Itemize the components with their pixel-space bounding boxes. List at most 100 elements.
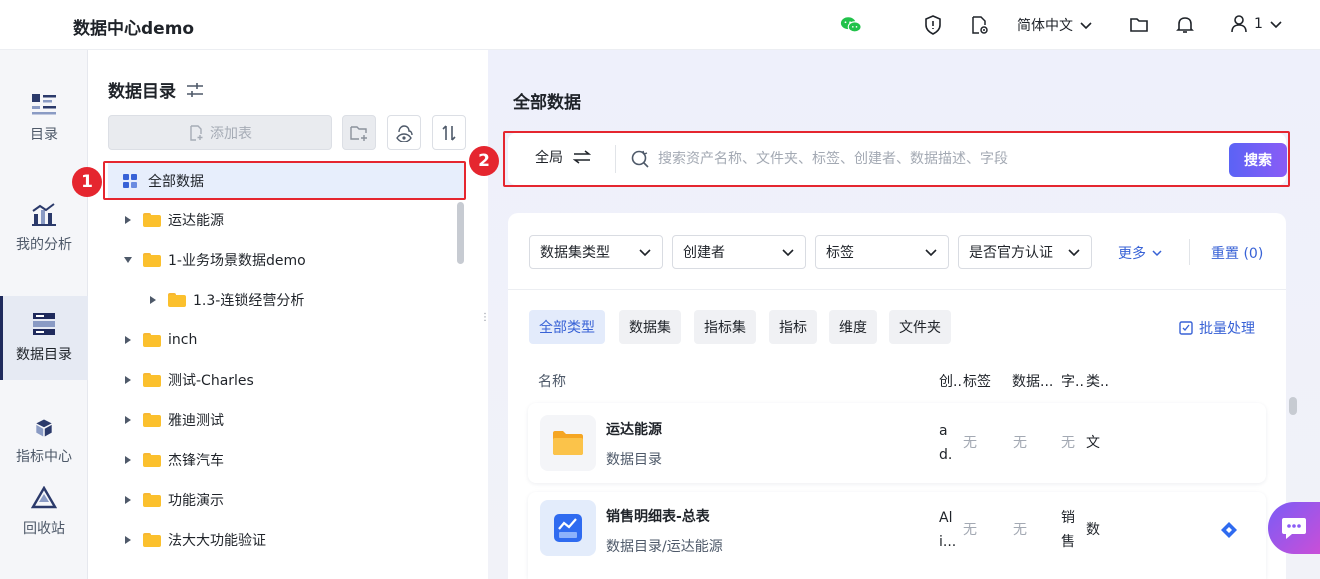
filter-dataset-type[interactable]: 数据集类型 [529,235,663,269]
add-table-button[interactable]: 添加表 [108,115,332,150]
tree-scrollbar[interactable] [457,202,464,264]
row-name[interactable]: 销售明细表-总表 [606,506,710,526]
rail-item-label: 数据目录 [16,347,72,363]
row-path: 数据目录 [606,452,662,468]
checkbox-list-icon [1179,321,1193,335]
chip-dimension[interactable]: 维度 [829,310,877,344]
wechat-icon[interactable] [840,14,862,36]
filter-tag[interactable]: 标签 [815,235,949,269]
add-table-label: 添加表 [210,125,252,142]
chip-all-types[interactable]: 全部类型 [529,310,605,344]
tree-node[interactable]: 1-业务场景数据demo [108,241,464,279]
view-settings-button[interactable] [387,115,421,150]
user-menu[interactable]: 1 [1230,14,1283,34]
recycle-icon [31,486,57,509]
caret-right-icon[interactable] [146,295,160,305]
column-header-creator[interactable]: 创.. [939,371,962,391]
folder-icon [143,253,161,267]
caret-right-icon[interactable] [121,375,135,385]
folder-icon[interactable] [1128,14,1150,36]
filter-creator[interactable]: 创建者 [672,235,806,269]
rail-item-recycle-bin[interactable]: 回收站 [0,470,88,554]
tree-node[interactable]: 雅迪测试 [108,401,464,439]
row-tag: 无 [963,522,977,538]
row-field: 销 [1061,510,1075,526]
filter-settings-icon[interactable] [186,82,204,98]
tree-node[interactable]: 1.3-连锁经营分析 [108,281,464,319]
rail-item-data-catalog[interactable]: 数据目录 [0,296,88,380]
more-filters-link[interactable]: 更多 [1118,243,1163,263]
user-icon [1231,15,1247,33]
settings-file-icon[interactable] [969,14,991,36]
row-type: 文 [1086,435,1100,451]
chip-metric-set[interactable]: 指标集 [694,310,756,344]
rail-item-label: 目录 [30,127,58,143]
chip-metric[interactable]: 指标 [769,310,817,344]
filter-official-certified[interactable]: 是否官方认证 [958,235,1092,269]
caret-right-icon[interactable] [121,415,135,425]
left-rail: 目录 我的分析 数据目录 指标中心 回收站 [0,50,88,579]
table-row[interactable]: 销售明细表-总表 数据目录/运达能源 Al i... 无 无 销 售 数 [528,492,1266,579]
rail-item-label: 回收站 [23,521,65,537]
rail-item-metrics-center[interactable]: 指标中心 [0,406,88,466]
page-title: 全部数据 [513,93,581,113]
resize-handle[interactable]: ⋮ [480,313,490,328]
folder-icon [143,373,161,387]
app-title: 数据中心demo [73,19,195,39]
caret-right-icon[interactable] [121,535,135,545]
caret-right-icon[interactable] [121,455,135,465]
tree-node[interactable]: 法大大功能验证 [108,521,464,559]
rail-item-my-analysis[interactable]: 我的分析 [0,186,88,270]
folder-icon [143,493,161,507]
row-creator: Al [939,510,953,526]
row-path: 数据目录/运达能源 [606,539,723,555]
caret-right-icon[interactable] [121,495,135,505]
rail-item-label: 我的分析 [16,237,72,253]
column-header-type[interactable]: 类.. [1086,371,1109,391]
sort-icon [442,124,456,141]
caret-down-icon[interactable] [121,256,135,264]
rail-item-catalog[interactable]: 目录 [0,76,88,160]
row-tag: 无 [963,435,977,451]
tree-node[interactable]: 杰锋汽车 [108,441,464,479]
row-field: 无 [1061,435,1075,451]
main-content: 全部数据 全局 搜索 数据集类型 创建者 标签 是否官方认证 更多 [488,50,1320,579]
tree-node[interactable]: 运达能源 [108,201,464,239]
column-header-field[interactable]: 字.. [1061,371,1084,391]
row-creator: a [939,423,948,439]
caret-right-icon[interactable] [121,335,135,345]
add-file-icon [190,124,203,141]
tree-node[interactable]: 测试-Charles [108,361,464,399]
language-selector[interactable]: 简体中文 [1017,15,1093,35]
shield-icon[interactable] [922,14,944,36]
tree-node-label: 雅迪测试 [168,413,224,429]
row-creator: i... [939,534,957,550]
bell-icon[interactable] [1174,14,1196,36]
chip-folder[interactable]: 文件夹 [889,310,951,344]
tree-node[interactable]: 功能演示 [108,481,464,519]
rail-item-label: 指标中心 [16,449,72,465]
batch-process-button[interactable]: 批量处理 [1178,318,1255,338]
chat-assistant-button[interactable] [1268,502,1320,554]
caret-right-icon[interactable] [121,215,135,225]
tree-node[interactable]: inch [108,321,464,359]
database-icon [33,313,55,335]
sort-button[interactable] [432,115,466,150]
chevron-down-icon [1270,21,1282,29]
main-scrollbar[interactable] [1289,397,1297,415]
row-name[interactable]: 运达能源 [606,419,662,439]
column-header-tag[interactable]: 标签 [963,371,991,391]
highlight-box-2 [503,131,1290,187]
reset-filters-link[interactable]: 重置 (0) [1211,243,1263,263]
column-header-data[interactable]: 数据... [1012,371,1053,391]
new-folder-button[interactable] [342,115,376,150]
tree-node-label: 法大大功能验证 [168,533,266,549]
tree-node-label: 1.3-连锁经营分析 [193,293,305,309]
table-row[interactable]: 运达能源 数据目录 a d. 无 无 无 文 [528,403,1266,483]
top-header: 数据中心demo 简体中文 1 [0,0,1320,50]
chip-dataset[interactable]: 数据集 [619,310,681,344]
certified-diamond-icon[interactable] [1220,521,1238,539]
batch-label: 批量处理 [1199,321,1255,337]
folder-icon [143,333,161,347]
row-field: 售 [1061,534,1075,550]
